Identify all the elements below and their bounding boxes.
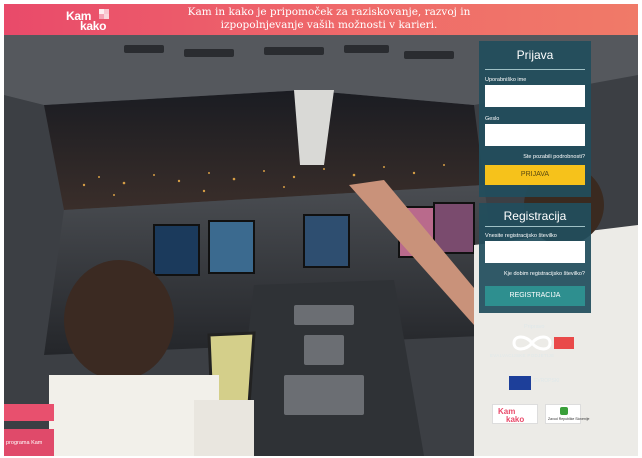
username-input[interactable] [485,85,585,107]
tagline-line-2: izpopolnjevanje vaših možnosti v karieri… [220,19,438,31]
registration-title-divider [485,226,585,227]
login-button[interactable]: PRIJAVA [485,165,585,185]
registration-panel: Registracija Vnesite registracijsko štev… [479,203,591,313]
logo-word-kako: kako [80,19,107,33]
bottom-left-tile[interactable] [4,404,54,421]
eu-flag-icon [509,376,531,390]
login-panel: Prijava Uporabniško ime Geslo Ste pozabi… [479,41,591,197]
login-title: Prijava [516,48,554,62]
ministry-text: Zavod Republike Slovenije [548,417,590,421]
partners-title: Pripravo [524,324,545,330]
tagline-line-1: Kam in kako je pripomoček za raziskovanj… [187,6,471,18]
registration-button[interactable]: REGISTRACIJA [485,286,585,306]
header-tagline: Kam in kako je pripomoček za raziskovanj… [164,6,494,32]
username-label: Uporabniško ime [485,77,527,83]
registration-help-link[interactable]: Kje dobim registracijsko številko? [479,271,591,277]
kam-kako-logo[interactable]: Kam kako [64,7,112,33]
kam-kako-mini-logo: Kam kako [492,404,538,424]
page-frame: Kam kako Kam in kako je pripomoček za ra… [4,4,638,456]
mini-logo-word-kako: kako [506,415,525,424]
eu-label: EVROPSKI [534,378,560,384]
infinity-partner-logo [512,335,574,351]
program-tile-label: programa Kam [6,440,43,446]
infinity-caption: EVALVACIJSKE PODJETIJE [490,353,555,358]
bottom-left-program-tile[interactable]: programa Kam [4,429,54,456]
registration-code-input[interactable] [485,241,585,263]
logo-cube-icon [99,9,109,19]
forgot-details-link[interactable]: Ste pozabili podrobnosti? [479,154,591,160]
site-header: Kam kako Kam in kako je pripomoček za ra… [4,4,638,35]
password-input[interactable] [485,124,585,146]
password-label: Geslo [485,116,500,122]
registration-title: Registracija [503,209,567,223]
ministry-leaf-icon [560,407,568,415]
login-title-divider [485,69,585,70]
registration-code-label: Vnesite registracijsko številko [485,233,557,239]
ministry-logo: Zavod Republike Slovenije [545,404,589,424]
